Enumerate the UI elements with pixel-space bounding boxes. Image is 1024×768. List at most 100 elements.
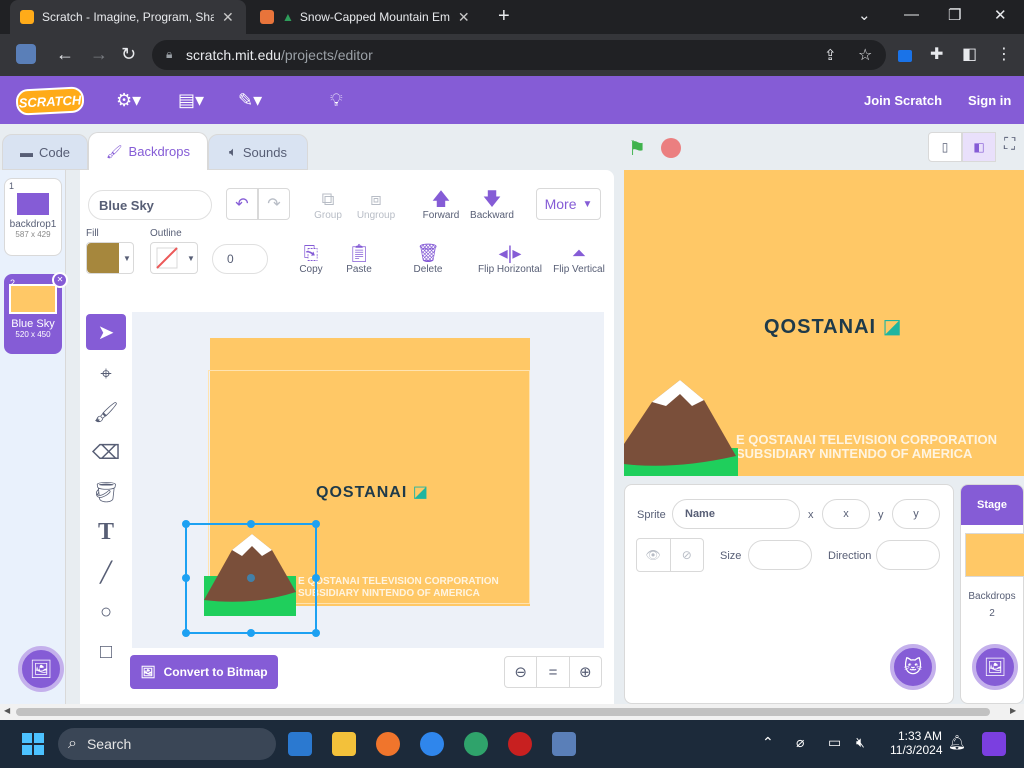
choose-backdrop-icon[interactable]: 🖼︎ (18, 646, 64, 692)
edit-menu-icon[interactable]: ✎▾ (238, 90, 262, 111)
join-scratch-link[interactable]: Join Scratch (864, 93, 942, 108)
stop-icon[interactable] (661, 138, 681, 158)
choose-backdrop-stage-icon[interactable]: 🖼︎ (972, 644, 1018, 690)
select-tool[interactable]: ➤ (86, 314, 126, 350)
scroll-right-icon[interactable]: ▶ (1010, 706, 1016, 715)
tab-code[interactable]: ▬ Code (2, 134, 88, 170)
zoom-out-icon[interactable]: ⊖ (505, 657, 538, 687)
volume-icon[interactable]: 🔇︎ (856, 734, 865, 751)
more-button[interactable]: More ▼ (536, 188, 601, 220)
reload-icon[interactable]: ↻ (121, 44, 136, 65)
close-tab-icon[interactable]: ✕ (222, 9, 234, 26)
convert-to-bitmap-button[interactable]: 🖼︎ Convert to Bitmap (130, 655, 278, 689)
copilot-icon[interactable] (982, 732, 1006, 756)
choose-sprite-icon[interactable]: 🐱︎ (890, 644, 936, 690)
brush-icon: 🖌︎ (93, 401, 119, 424)
active-app-icon[interactable] (552, 732, 576, 756)
network-icon[interactable]: ⌀ (796, 734, 804, 751)
tab-search-icon[interactable]: ⌄ (858, 6, 871, 24)
redo-icon[interactable]: ↷ (258, 188, 290, 220)
address-bar[interactable]: 🔒︎ scratch.mit.edu/projects/editor ⇪ ☆ (152, 40, 886, 70)
y-input[interactable]: y (892, 499, 940, 529)
firefox-icon[interactable] (376, 732, 400, 756)
backdrop-item-1[interactable]: 1 backdrop1 587 x 429 (4, 178, 62, 256)
outline-color-picker[interactable]: ▼ (150, 242, 198, 274)
mountain-selection[interactable] (182, 520, 322, 640)
hide-eye-icon[interactable]: ⊘ (671, 539, 704, 571)
show-eye-icon[interactable]: 👁︎ (637, 539, 671, 571)
scroll-left-icon[interactable]: ◀ (4, 706, 10, 715)
ungroup-button[interactable]: ⧈ Ungroup (354, 188, 398, 221)
line-tool[interactable]: ╱ (86, 554, 126, 590)
reshape-tool[interactable]: ⌖ (86, 356, 126, 392)
chrome-icon[interactable] (420, 732, 444, 756)
minimize-icon[interactable]: — (904, 6, 919, 23)
settings-gear-icon[interactable]: ⚙▾ (116, 90, 141, 111)
side-panel-icon[interactable]: ◧ (962, 44, 977, 64)
share-icon[interactable]: ⇪ (824, 46, 837, 64)
eraser-tool[interactable]: ⌫ (86, 434, 126, 470)
widgets-icon[interactable] (288, 732, 312, 756)
zoom-reset-button[interactable]: = (537, 657, 570, 687)
brush-tool[interactable]: 🖌︎ (86, 394, 126, 430)
sign-in-link[interactable]: Sign in (968, 93, 1011, 108)
browser-tab-mountain[interactable]: ▲ Snow-Capped Mountain Em ✕ (250, 0, 486, 34)
tray-chevron-icon[interactable]: ⌃ (762, 734, 774, 751)
flip-vertical-button[interactable]: ⏶ Flip Vertical (550, 242, 608, 275)
small-stage-button[interactable]: ▯ (928, 132, 962, 162)
backdrop-item-2[interactable]: 2 Blue Sky 520 x 450 ✕ (4, 272, 68, 354)
tab-sounds[interactable]: 🔈︎ Sounds (208, 134, 308, 170)
bookmark-star-icon[interactable]: ☆ (858, 45, 872, 65)
text-tool[interactable]: T (86, 514, 126, 550)
undo-icon[interactable]: ↶ (226, 188, 258, 220)
flip-horizontal-button[interactable]: ◂|▸ Flip Horizontal (476, 242, 544, 275)
tutorials-bulb-icon[interactable]: 💡︎ (330, 90, 343, 111)
group-button[interactable]: ⧉ Group (310, 188, 346, 221)
outline-width-input[interactable]: 0 (212, 244, 268, 274)
clock[interactable]: 1:33 AM 11/3/2024 (890, 729, 943, 757)
restore-icon[interactable]: ❐ (948, 6, 961, 24)
profile-icon[interactable] (16, 44, 36, 64)
close-window-icon[interactable]: ✕ (994, 6, 1007, 24)
fullscreen-icon[interactable]: ⛶ (1004, 136, 1015, 154)
browser-app-icon[interactable] (464, 732, 488, 756)
large-stage-button[interactable]: ◧ (962, 132, 996, 162)
tab-backdrops[interactable]: 🖌︎ Backdrops (88, 132, 208, 170)
scrollbar-thumb[interactable] (16, 708, 990, 716)
direction-input[interactable] (876, 540, 940, 570)
new-tab-icon[interactable]: + (498, 6, 510, 26)
copy-button[interactable]: ⎘ Copy (294, 242, 328, 275)
display-icon[interactable]: ▭ (828, 734, 841, 751)
size-input[interactable] (748, 540, 812, 570)
circle-tool[interactable]: ○ (86, 594, 126, 630)
forward-icon[interactable]: → (90, 44, 108, 65)
fill-tool[interactable]: 🪣︎ (86, 474, 126, 510)
app-icon[interactable] (508, 732, 532, 756)
sprite-name-input[interactable]: Name (672, 499, 800, 529)
windows-start-icon[interactable] (22, 733, 44, 755)
x-input[interactable]: x (822, 499, 870, 529)
taskbar-search[interactable]: ⌕ Search (58, 728, 276, 760)
close-tab-icon[interactable]: ✕ (458, 9, 470, 26)
puzzle-icon[interactable]: ✚ (930, 44, 943, 64)
delete-backdrop-icon[interactable]: ✕ (52, 272, 68, 288)
horizontal-scrollbar[interactable]: ◀ ▶ (0, 704, 1024, 720)
notification-bell-icon[interactable]: 🔔︎ (948, 734, 966, 751)
zoom-in-icon[interactable]: ⊕ (570, 657, 601, 687)
costume-name-input[interactable]: Blue Sky (88, 190, 212, 220)
file-explorer-icon[interactable] (332, 732, 356, 756)
rectangle-tool[interactable]: □ (86, 634, 126, 670)
paste-button[interactable]: 📋︎ Paste (342, 242, 376, 275)
menu-dots-icon[interactable]: ⋮ (996, 44, 1012, 64)
delete-label: Delete (413, 264, 443, 275)
browser-tab-scratch[interactable]: Scratch - Imagine, Program, Sha ✕ (10, 0, 246, 34)
delete-button[interactable]: 🗑︎ Delete (410, 242, 446, 275)
extension-icon[interactable] (898, 50, 912, 62)
backward-button[interactable]: 🡇 Backward (468, 188, 516, 221)
back-icon[interactable]: ← (56, 44, 74, 65)
file-menu-icon[interactable]: ▤▾ (178, 90, 204, 111)
scratch-logo[interactable]: SCRATCH (15, 86, 85, 116)
forward-button[interactable]: 🡅 Forward (420, 188, 462, 221)
green-flag-icon[interactable]: ⚑ (628, 136, 646, 161)
fill-color-picker[interactable]: ▼ (86, 242, 134, 274)
